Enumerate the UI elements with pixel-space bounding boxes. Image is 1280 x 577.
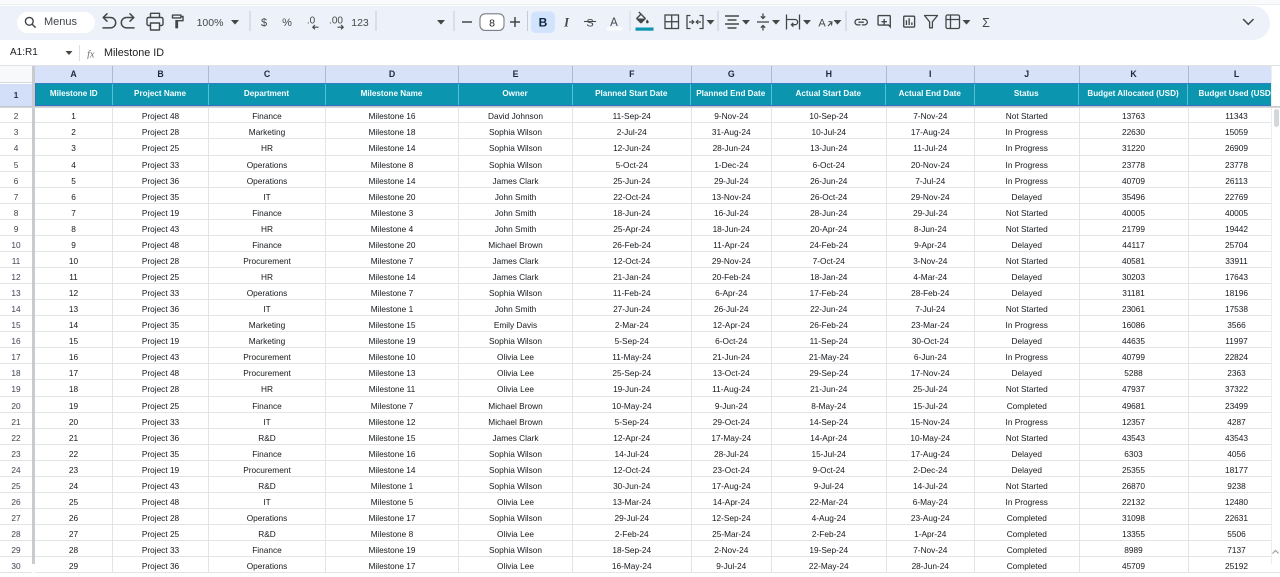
svg-text:100%: 100%	[197, 17, 224, 29]
svg-text:%: %	[282, 17, 292, 29]
svg-text:A: A	[610, 17, 618, 29]
svg-text:I: I	[563, 16, 570, 30]
svg-text:Σ: Σ	[982, 16, 990, 30]
svg-text:S: S	[586, 18, 593, 30]
svg-text:.00: .00	[329, 16, 343, 27]
svg-text:B: B	[539, 16, 548, 30]
svg-text:.0: .0	[307, 16, 316, 27]
svg-text:A: A	[818, 18, 826, 30]
svg-text:8: 8	[489, 17, 495, 29]
svg-text:fx: fx	[87, 50, 95, 60]
svg-text:123: 123	[351, 17, 369, 29]
svg-text:$: $	[261, 17, 267, 29]
